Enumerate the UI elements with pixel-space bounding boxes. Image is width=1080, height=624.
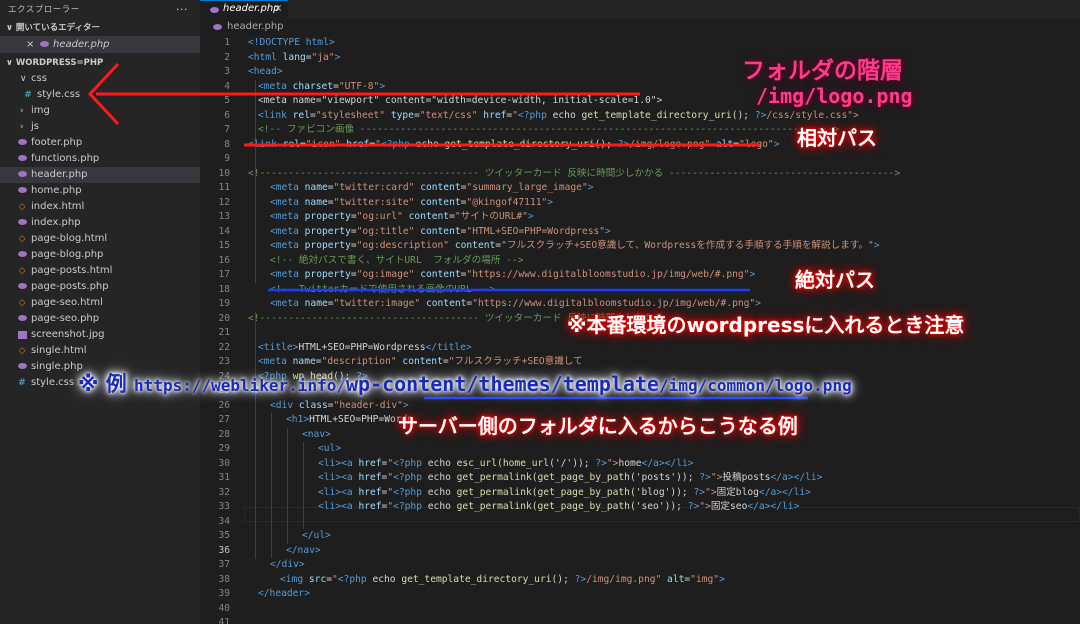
production-caution-label: ※本番環境のwordpressに入れるとき注意 xyxy=(567,313,965,337)
folder-hierarchy-label: フォルダの階層 xyxy=(742,58,903,84)
server-side-note-label: サーバー側のフォルダに入るからこうなる例 xyxy=(398,414,798,438)
folder-path-label: /img/logo.png xyxy=(756,84,913,108)
example-url-theme-path: wp-content/themes/template xyxy=(345,372,660,396)
example-url-file-path: /img/common/logo.png xyxy=(659,376,852,395)
example-url-domain: https://webliker.info/ xyxy=(134,376,346,395)
relative-path-label: 相対パス xyxy=(797,126,877,150)
example-url-label: ※ 例 https://webliker.info/wp-content/the… xyxy=(78,368,852,398)
example-prefix: ※ 例 xyxy=(78,372,135,396)
absolute-path-label: 絶対パス xyxy=(795,268,875,292)
